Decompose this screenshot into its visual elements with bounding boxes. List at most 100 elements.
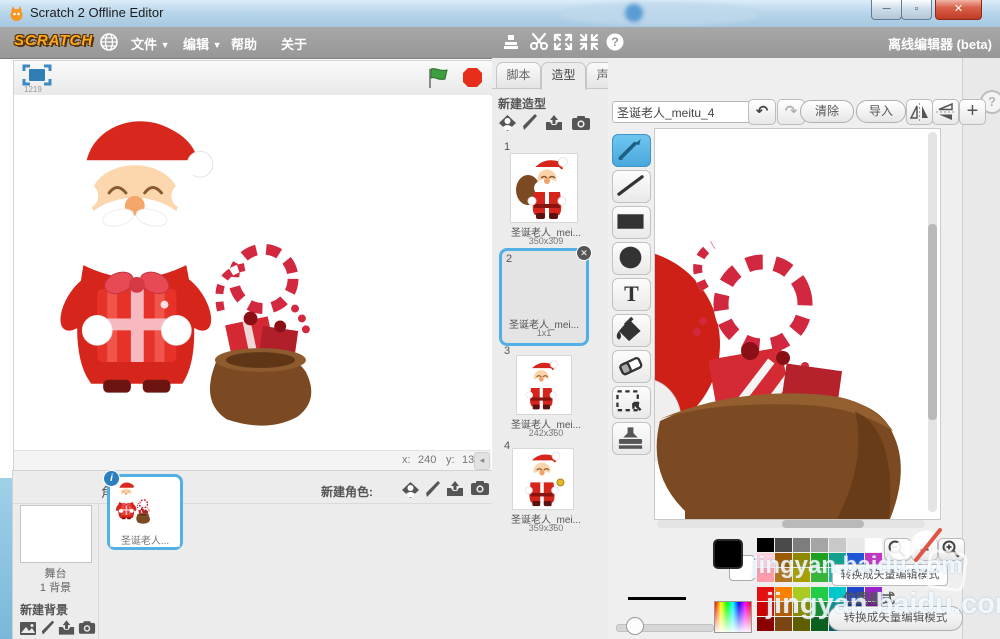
clear-button[interactable]: 清除 bbox=[800, 100, 854, 123]
grow-icon[interactable] bbox=[552, 32, 574, 52]
menu-about[interactable]: 关于 bbox=[281, 34, 307, 53]
delete-scissors-icon[interactable] bbox=[528, 32, 550, 52]
backdrop-count: 1 背景 bbox=[13, 579, 98, 595]
stage-scene-santa bbox=[14, 95, 491, 450]
camera-sprite-icon[interactable] bbox=[470, 480, 490, 496]
color-gradient-picker[interactable] bbox=[714, 601, 752, 633]
costume-item-1[interactable]: 1 圣诞老人_mei... 350x309 bbox=[498, 141, 594, 247]
maximize-button[interactable]: ▫ bbox=[901, 0, 932, 20]
new-costume-label: 新建造型 bbox=[498, 95, 546, 112]
palette-swatch[interactable] bbox=[793, 617, 810, 631]
tool-stamp[interactable] bbox=[612, 422, 651, 455]
palette-swatch[interactable] bbox=[811, 538, 828, 552]
costume-item-4[interactable]: 4 圣诞老人_mei... 359x360 bbox=[498, 440, 594, 540]
palette-swatch[interactable] bbox=[847, 538, 864, 552]
set-costume-center-button[interactable]: + bbox=[959, 99, 986, 125]
palette-swatch[interactable] bbox=[811, 553, 828, 567]
canvas-hscrollbar[interactable] bbox=[657, 520, 925, 528]
palette-swatch[interactable] bbox=[757, 602, 774, 616]
tool-line[interactable] bbox=[612, 170, 651, 203]
tab-costumes[interactable]: 造型 bbox=[541, 62, 586, 90]
palette-swatch[interactable] bbox=[757, 553, 774, 567]
palette-swatch[interactable] bbox=[775, 587, 792, 601]
upload-sprite-icon[interactable] bbox=[445, 480, 465, 498]
tool-brush[interactable] bbox=[612, 134, 651, 167]
collapse-stage-button[interactable]: ◂ bbox=[474, 452, 490, 470]
menu-edit[interactable]: 编辑 ▼ bbox=[183, 34, 222, 53]
sprite-thumbnail-selected[interactable]: i 圣诞老人... bbox=[107, 474, 183, 550]
coord-x-value: 240 bbox=[418, 454, 436, 466]
palette-swatch[interactable] bbox=[793, 587, 810, 601]
import-button[interactable]: 导入 bbox=[856, 100, 906, 123]
palette-swatch[interactable] bbox=[775, 568, 792, 582]
brush-size-slider-thumb[interactable] bbox=[626, 617, 644, 635]
palette-swatch[interactable] bbox=[757, 538, 774, 552]
palette-swatch[interactable] bbox=[793, 602, 810, 616]
undo-button[interactable]: ↶ bbox=[748, 99, 776, 125]
upload-costume-icon[interactable] bbox=[544, 114, 564, 132]
costume-library-icon[interactable] bbox=[498, 114, 517, 132]
title-bar[interactable]: Scratch 2 Offline Editor ─ ▫ ✕ bbox=[0, 0, 1000, 28]
palette-swatch[interactable] bbox=[775, 538, 792, 552]
paint-costume-icon[interactable] bbox=[522, 113, 538, 132]
canvas-vscroll-thumb[interactable] bbox=[928, 224, 937, 420]
green-flag-icon[interactable] bbox=[426, 67, 450, 89]
block-help-icon[interactable]: ? bbox=[604, 32, 626, 52]
palette-swatch[interactable] bbox=[811, 568, 828, 582]
costume-item-3[interactable]: 3 圣诞老人_mei... 242x360 bbox=[498, 345, 594, 445]
stage-viewport[interactable] bbox=[14, 95, 491, 450]
delete-costume-icon[interactable]: ✕ bbox=[576, 245, 592, 261]
convert-to-vector-button[interactable]: 转换成矢量编辑模式 bbox=[828, 606, 963, 631]
desktop-edge bbox=[0, 478, 12, 639]
tool-fill[interactable] bbox=[612, 314, 651, 347]
palette-swatch[interactable] bbox=[811, 587, 828, 601]
tool-text[interactable]: T bbox=[612, 278, 651, 311]
paint-backdrop-icon[interactable] bbox=[41, 619, 55, 637]
minimize-button[interactable]: ─ bbox=[871, 0, 902, 20]
sprite-library-icon[interactable] bbox=[401, 481, 420, 499]
tool-select[interactable] bbox=[612, 386, 651, 419]
paint-new-sprite-icon[interactable] bbox=[425, 480, 441, 499]
tool-eraser[interactable] bbox=[612, 350, 651, 383]
palette-swatch[interactable] bbox=[775, 602, 792, 616]
palette-swatch[interactable] bbox=[865, 538, 882, 552]
palette-swatch[interactable] bbox=[757, 568, 774, 582]
costume-name-input[interactable] bbox=[612, 101, 752, 123]
close-button[interactable]: ✕ bbox=[935, 0, 982, 20]
menu-file[interactable]: 文件 ▼ bbox=[131, 34, 170, 53]
duplicate-stamp-icon[interactable] bbox=[500, 32, 522, 52]
tab-scripts[interactable]: 脚本 bbox=[496, 62, 541, 88]
canvas-hscroll-thumb[interactable] bbox=[782, 520, 864, 528]
stage-backdrop-thumbnail[interactable] bbox=[20, 505, 92, 563]
palette-swatch[interactable] bbox=[757, 617, 774, 631]
camera-backdrop-icon[interactable] bbox=[78, 620, 96, 635]
palette-swatch[interactable] bbox=[793, 553, 810, 567]
foreground-color-swatch[interactable] bbox=[713, 539, 743, 569]
tool-ellipse[interactable] bbox=[612, 242, 651, 275]
shrink-icon[interactable] bbox=[578, 32, 600, 52]
menu-help[interactable]: 帮助 bbox=[231, 34, 257, 53]
canvas-vscrollbar[interactable] bbox=[928, 132, 937, 512]
costume-item-2-selected[interactable]: ✕ 2 圣诞老人_mei... 1x1 bbox=[499, 248, 589, 346]
flip-horizontal-icon[interactable] bbox=[906, 99, 933, 125]
upload-backdrop-icon[interactable] bbox=[57, 619, 76, 637]
flip-vertical-icon[interactable] bbox=[932, 99, 959, 125]
coord-y-label: y: bbox=[446, 454, 455, 466]
paint-canvas[interactable] bbox=[654, 128, 941, 520]
palette-swatch[interactable] bbox=[811, 617, 828, 631]
backdrop-library-icon[interactable] bbox=[19, 621, 37, 636]
palette-swatch[interactable] bbox=[757, 587, 774, 601]
palette-swatch[interactable] bbox=[793, 568, 810, 582]
camera-costume-icon[interactable] bbox=[571, 115, 591, 131]
palette-swatch[interactable] bbox=[775, 553, 792, 567]
palette-swatch[interactable] bbox=[829, 538, 846, 552]
language-globe-icon[interactable] bbox=[98, 32, 120, 52]
stage-pane: 1219 x: 240 y: 13 ◂ bbox=[13, 60, 494, 472]
palette-swatch[interactable] bbox=[775, 617, 792, 631]
palette-swatch[interactable] bbox=[793, 538, 810, 552]
tool-rectangle[interactable] bbox=[612, 206, 651, 239]
costume-thumbnail bbox=[516, 355, 572, 415]
sprite-info-icon[interactable]: i bbox=[103, 470, 120, 487]
palette-swatch[interactable] bbox=[811, 602, 828, 616]
stop-icon[interactable] bbox=[462, 67, 483, 88]
